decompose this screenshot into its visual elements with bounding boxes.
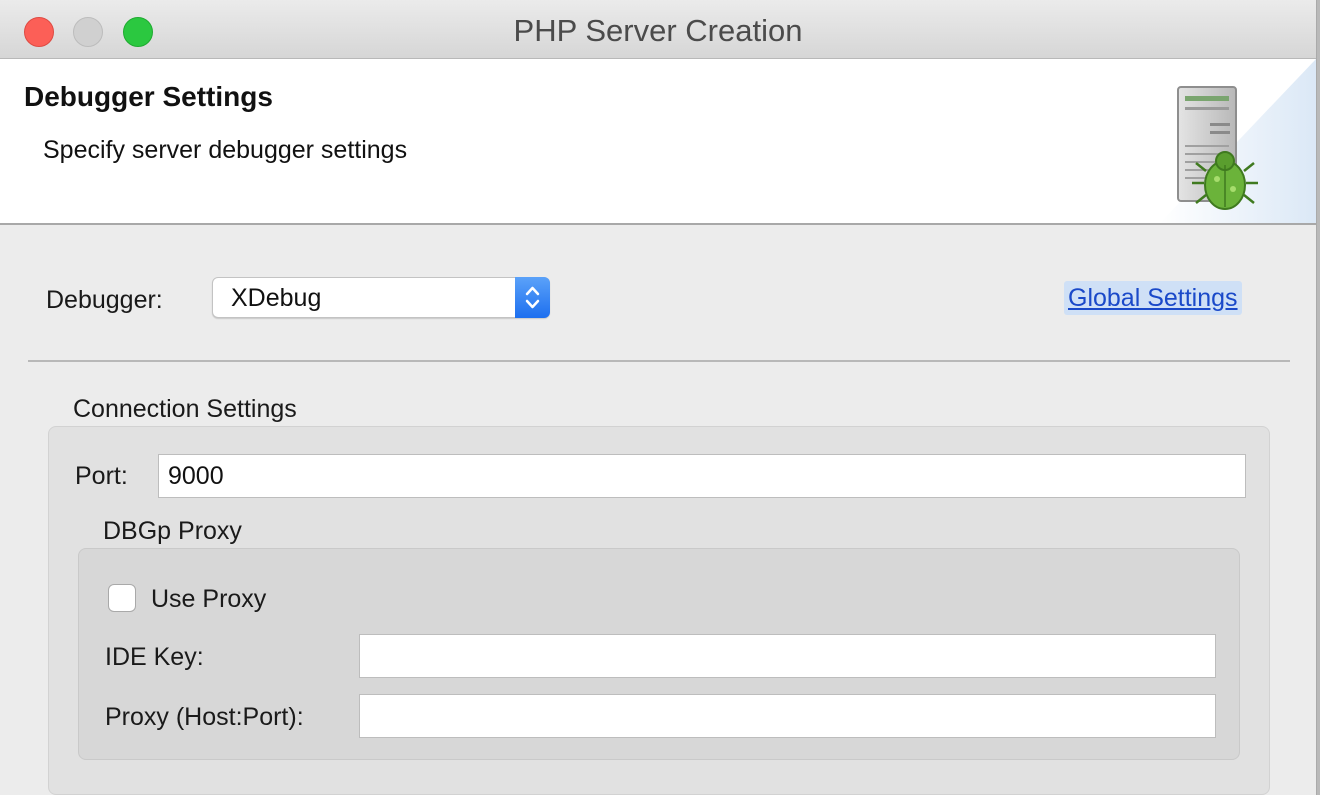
dialog-window: PHP Server Creation Debugger Settings Sp…: [0, 0, 1317, 795]
title-bar[interactable]: PHP Server Creation: [0, 0, 1316, 59]
proxy-host-port-label: Proxy (Host:Port):: [105, 703, 304, 731]
chevron-up-down-icon: [525, 286, 540, 309]
use-proxy-checkbox[interactable]: [108, 584, 136, 612]
banner-description: Specify server debugger settings: [43, 136, 408, 164]
proxy-host-port-input[interactable]: [359, 694, 1216, 738]
window-title: PHP Server Creation: [513, 13, 803, 48]
server-bug-icon: [1160, 59, 1316, 223]
connection-settings-label: Connection Settings: [73, 395, 297, 423]
wizard-banner: Debugger Settings Specify server debugge…: [0, 59, 1316, 225]
use-proxy-label[interactable]: Use Proxy: [151, 585, 266, 614]
ide-key-input[interactable]: [359, 634, 1216, 678]
debugger-selected-value: XDebug: [231, 284, 322, 312]
global-settings-link[interactable]: Global Settings: [1064, 281, 1242, 315]
debugger-select[interactable]: XDebug: [212, 277, 550, 318]
port-input[interactable]: [158, 454, 1246, 498]
ide-key-label: IDE Key:: [105, 643, 204, 671]
banner-title: Debugger Settings: [24, 81, 273, 112]
select-stepper-arrows[interactable]: [515, 277, 550, 318]
dbgp-proxy-label: DBGp Proxy: [103, 517, 242, 545]
port-label: Port:: [75, 462, 128, 490]
separator: [28, 360, 1290, 362]
debugger-label: Debugger:: [46, 286, 163, 314]
